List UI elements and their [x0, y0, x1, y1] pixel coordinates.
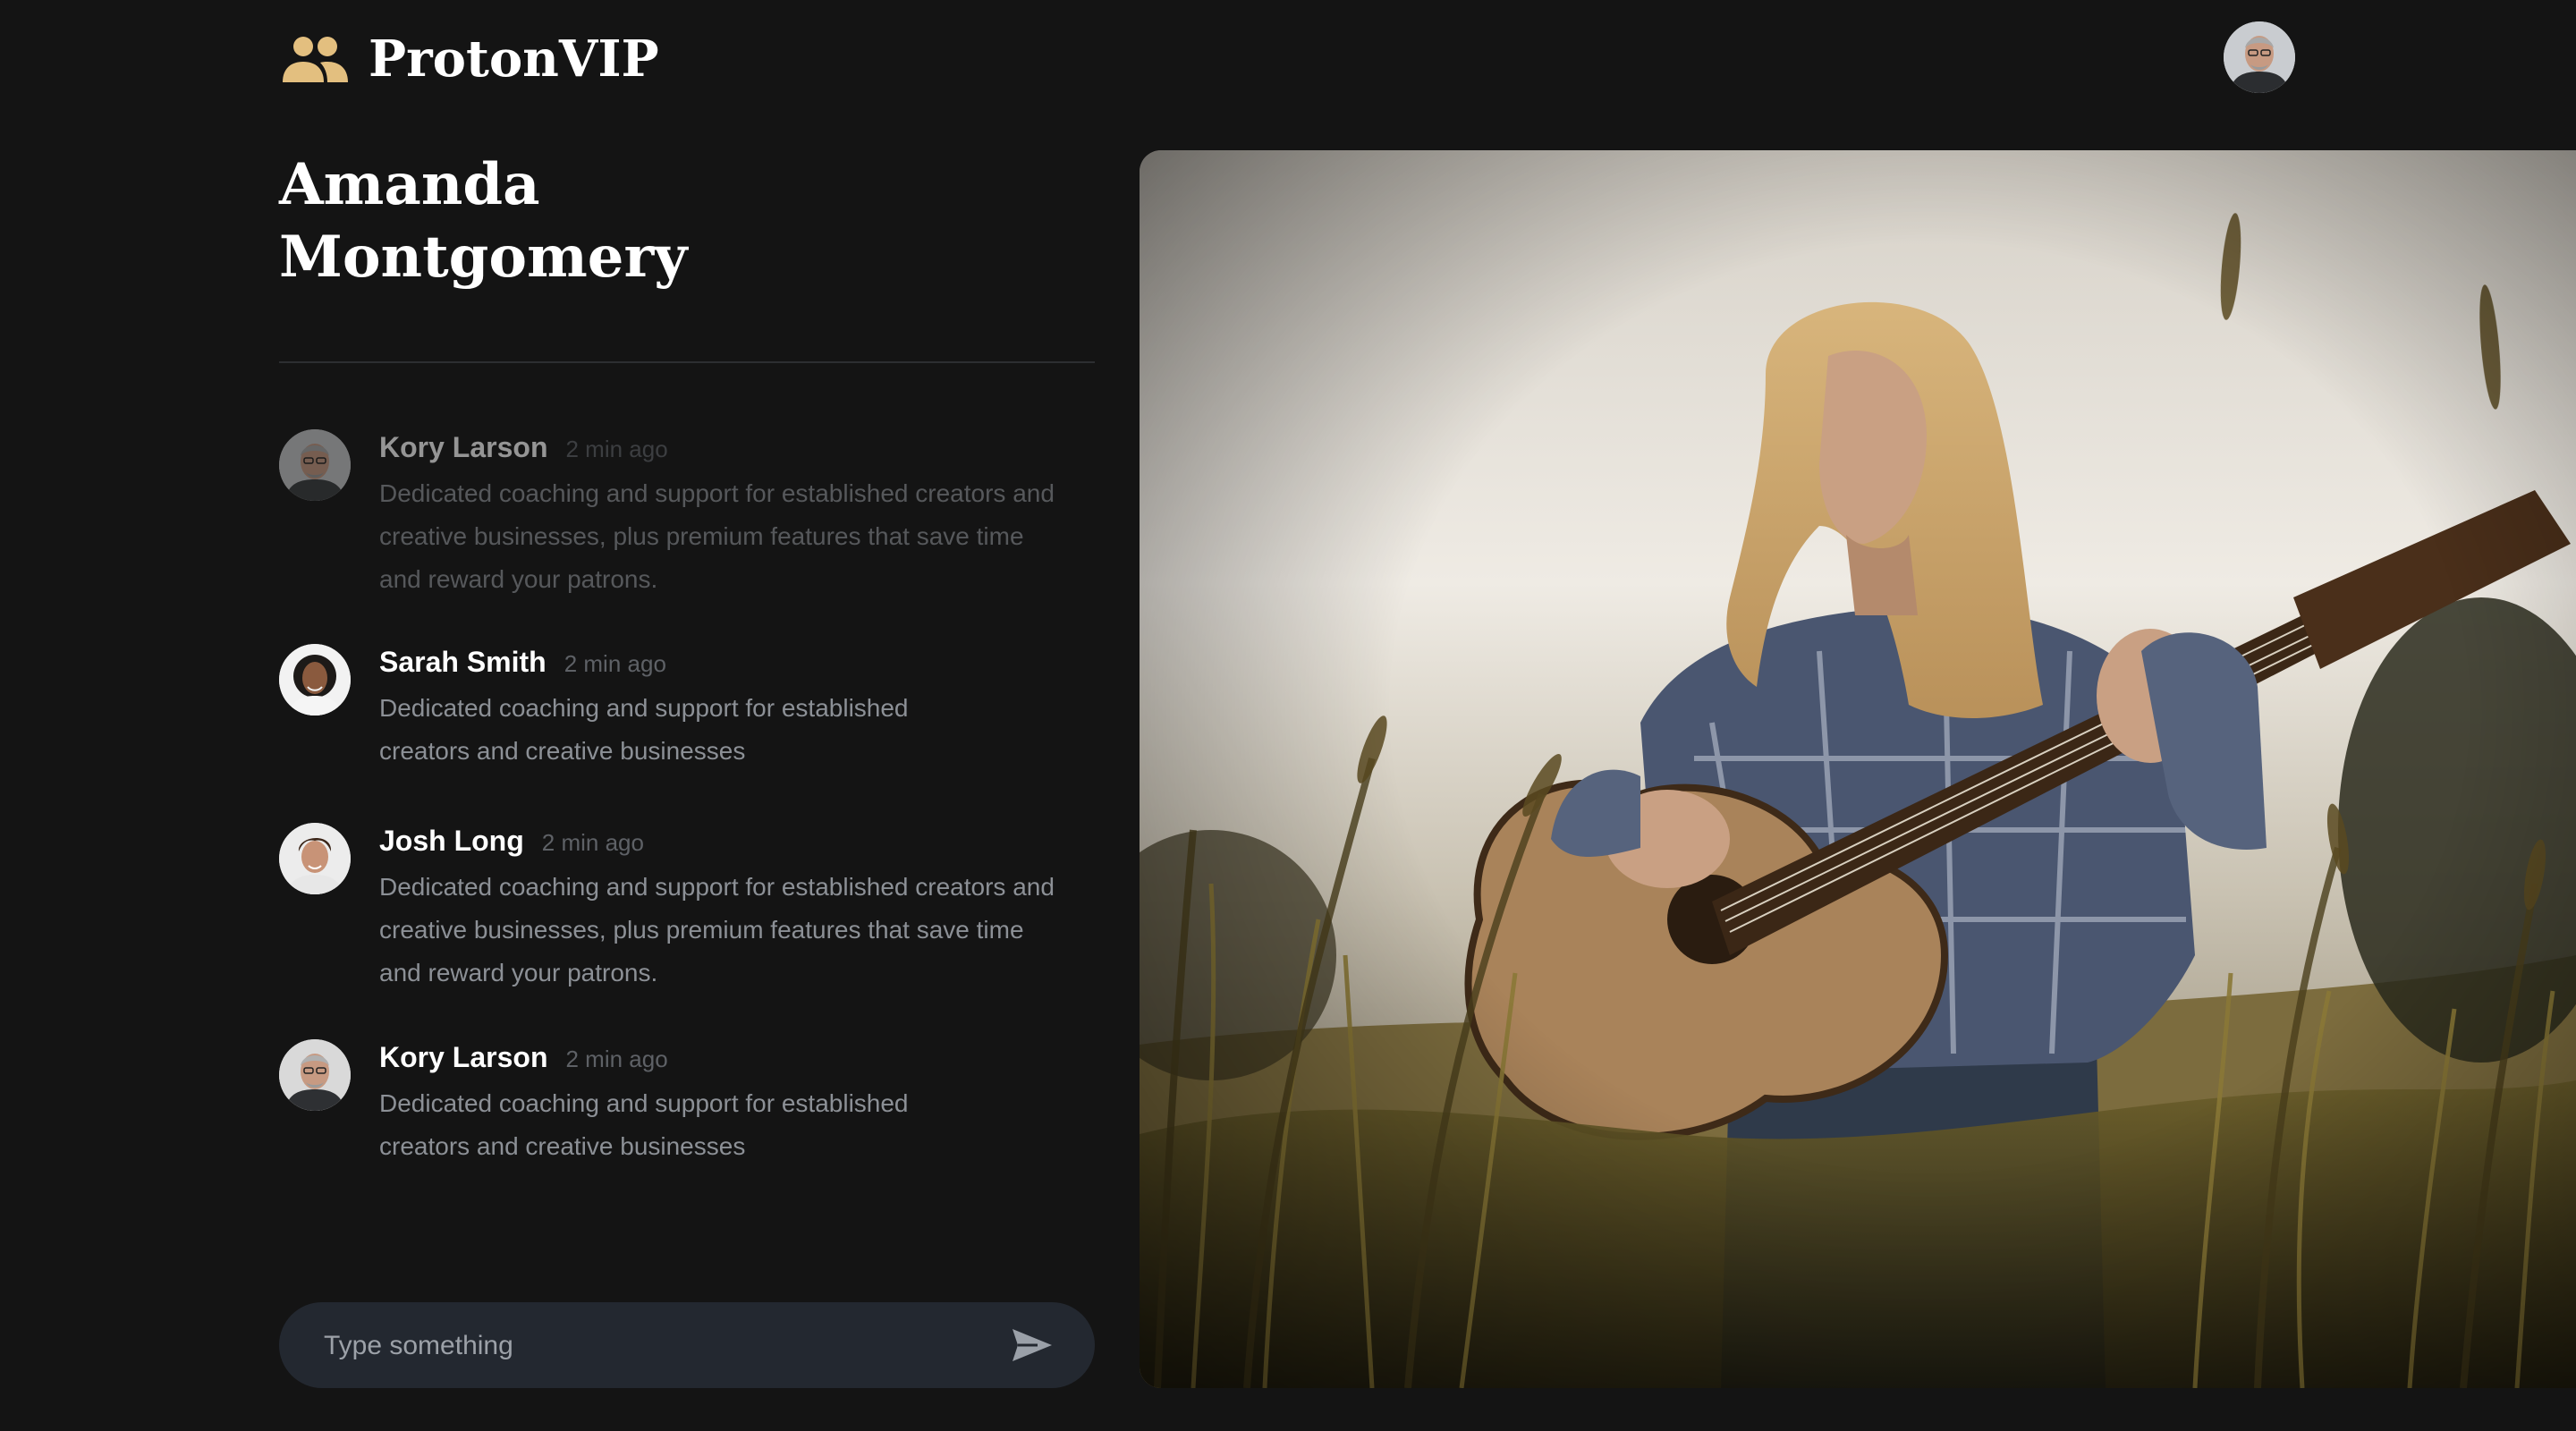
photo-woman-with-guitar: [1140, 150, 2576, 1388]
message-text: Dedicated coaching and support for estab…: [379, 479, 1055, 593]
message-author: Kory Larson: [379, 431, 548, 463]
user-avatar[interactable]: [2224, 21, 2295, 93]
message-composer: [279, 1302, 1095, 1390]
message-text: Dedicated coaching and support for estab…: [379, 694, 909, 765]
send-icon: [1013, 1329, 1052, 1361]
message-time: 2 min ago: [564, 650, 666, 677]
profile-first-name: Amanda: [279, 151, 540, 218]
avatar-portrait: [279, 1039, 351, 1111]
message-author: Sarah Smith: [379, 646, 547, 678]
message-time: 2 min ago: [541, 829, 644, 856]
avatar[interactable]: [279, 1039, 351, 1111]
conversation-panel: Amanda Montgomery Kory Larson 2 min ago: [279, 0, 1095, 1431]
profile-name: Amanda Montgomery: [279, 148, 905, 293]
message-text: Dedicated coaching and support for estab…: [379, 873, 1055, 986]
message-author: Kory Larson: [379, 1041, 548, 1073]
avatar-portrait: [279, 644, 351, 716]
avatar-portrait: [279, 429, 351, 501]
message-input[interactable]: [322, 1302, 1005, 1390]
avatar[interactable]: [279, 644, 351, 716]
profile-photo: [1140, 150, 2576, 1388]
avatar[interactable]: [279, 429, 351, 501]
avatar[interactable]: [279, 823, 351, 894]
message-time: 2 min ago: [565, 436, 668, 462]
send-button[interactable]: [1005, 1318, 1059, 1372]
message-author: Josh Long: [379, 825, 524, 857]
avatar-portrait: [2224, 21, 2295, 93]
divider: [279, 361, 1095, 363]
profile-last-name: Montgomery: [279, 224, 688, 291]
message-time: 2 min ago: [565, 1046, 668, 1072]
message-text: Dedicated coaching and support for estab…: [379, 1089, 909, 1160]
avatar-portrait: [279, 823, 351, 894]
